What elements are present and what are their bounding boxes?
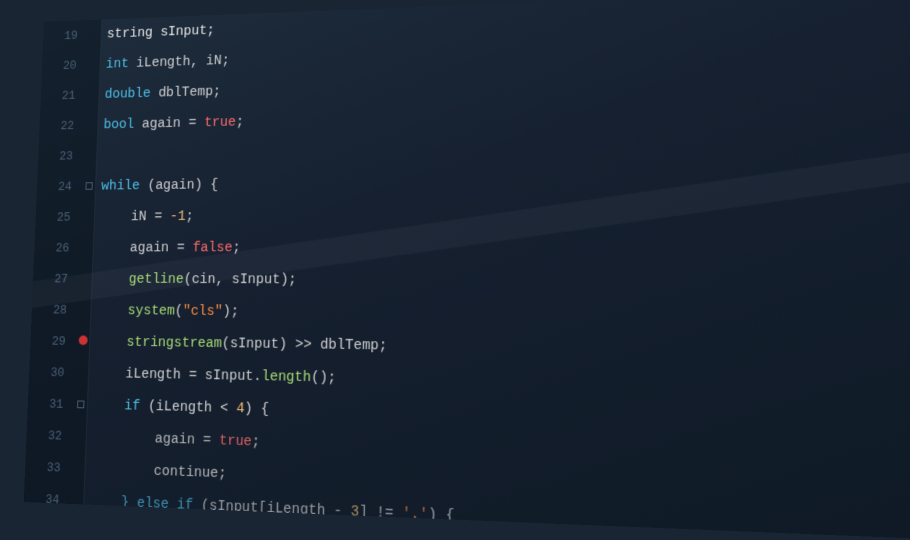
line-number: 22 — [39, 110, 85, 141]
line-number: 24 — [36, 171, 82, 202]
code-token: ) { — [428, 507, 454, 525]
line-number: 27 — [32, 264, 79, 295]
line-number: 32 — [26, 419, 73, 452]
code-token: dblTemp; — [150, 85, 221, 102]
code-token: } else if — [89, 494, 193, 514]
code-token: (again) { — [140, 178, 219, 194]
line-number: 35 — [24, 515, 70, 540]
code-token: true — [219, 433, 252, 450]
code-token: "cls" — [183, 304, 223, 320]
code-token: iLength = sInput. — [94, 366, 262, 385]
fold-icon[interactable] — [85, 182, 92, 190]
code-token: ; — [252, 434, 261, 450]
code-token: getline — [98, 272, 184, 288]
code-token: while — [101, 179, 140, 194]
code-token: (sInput) >> dblTemp; — [222, 336, 388, 354]
code-token: again = — [88, 526, 217, 540]
line-number: 34 — [24, 483, 71, 517]
line-content — [97, 145, 910, 159]
code-token: (iLength < — [140, 399, 237, 417]
code-token: ; — [232, 241, 240, 256]
code-token: iLength, iN; — [128, 54, 229, 72]
code-token: (); — [311, 370, 336, 386]
code-editor: 19 string sInput; 20 int iLength, iN; 21 doub… — [24, 0, 910, 540]
line-content: again = false; — [93, 230, 910, 265]
code-token: true — [216, 532, 249, 540]
line-marker — [74, 400, 89, 408]
line-number: 28 — [31, 294, 78, 326]
code-token: stringstream — [95, 335, 222, 352]
line-marker — [71, 472, 85, 473]
code-token: true — [204, 115, 236, 131]
line-number: 21 — [40, 80, 86, 111]
line-marker — [82, 182, 96, 190]
code-token: ) { — [244, 401, 269, 417]
code-token: again = — [134, 116, 204, 132]
code-token: if — [93, 398, 141, 415]
code-token: (cin, sInput); — [184, 272, 297, 288]
line-marker — [76, 335, 91, 345]
code-token: length — [261, 369, 311, 386]
code-token: bool — [103, 117, 134, 132]
code-token: int — [106, 57, 129, 72]
code-token: -1 — [170, 209, 186, 224]
line-marker — [88, 38, 102, 39]
line-number: 23 — [38, 141, 84, 172]
code-token: ; — [185, 209, 193, 224]
line-number: 29 — [30, 325, 77, 357]
code-content: 19 string sInput; 20 int iLength, iN; 21 doub… — [24, 0, 910, 540]
code-token: false — [192, 241, 232, 256]
code-token: system — [96, 303, 175, 319]
breakpoint-icon — [79, 335, 88, 345]
code-token: (sInput[iLength - — [193, 498, 351, 521]
line-number: 26 — [34, 233, 81, 264]
line-content: iN = -1; — [94, 195, 910, 234]
code-token: ); — [223, 304, 240, 320]
line-number: 19 — [43, 20, 89, 51]
line-number: 20 — [41, 50, 87, 81]
line-number: 33 — [25, 451, 72, 484]
line-marker — [70, 504, 84, 505]
line-number: 31 — [27, 388, 74, 421]
code-token: ; — [249, 533, 258, 539]
line-number: 30 — [29, 357, 76, 389]
fold-icon[interactable] — [77, 400, 84, 408]
code-token: continue; — [91, 462, 227, 483]
code-token: iN = — [100, 210, 170, 226]
code-token: string sInput; — [107, 23, 215, 42]
code-token: 3 — [350, 504, 359, 521]
code-token: again = — [99, 241, 193, 256]
line-number: 25 — [35, 202, 81, 233]
code-token: ] != — [359, 504, 402, 522]
code-token: again = — [92, 430, 220, 449]
table-row: 26 again = false; — [34, 229, 910, 264]
line-marker — [69, 536, 83, 537]
code-token: double — [104, 87, 150, 103]
code-token: ; — [236, 115, 244, 130]
